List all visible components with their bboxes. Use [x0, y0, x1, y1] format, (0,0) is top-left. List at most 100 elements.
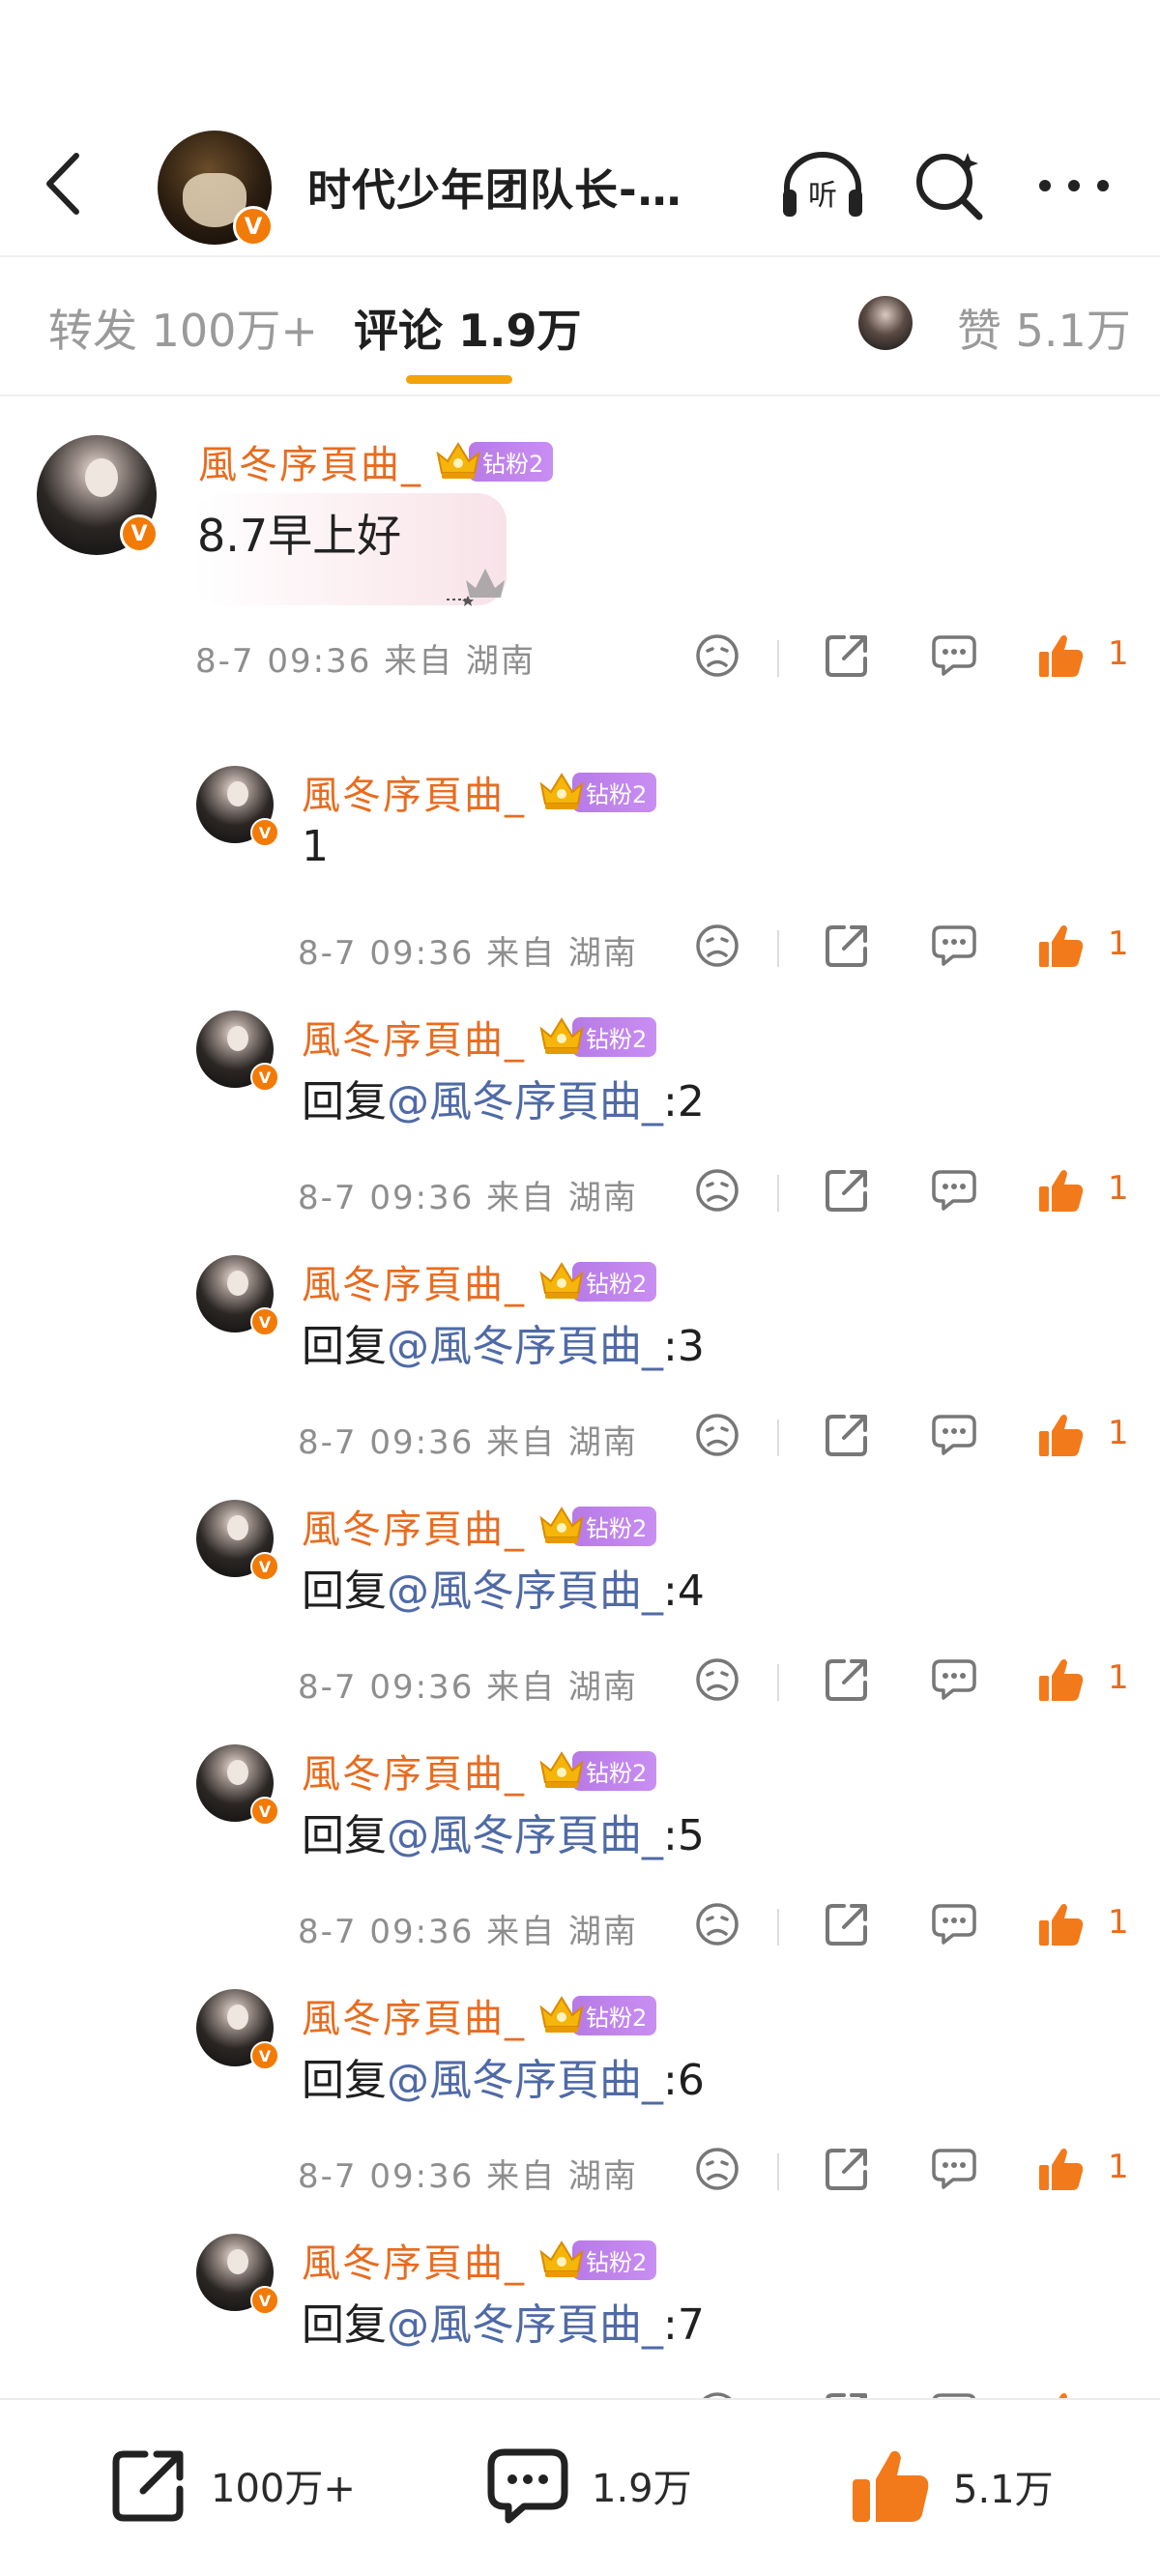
emoji-react-button[interactable]	[688, 1897, 746, 1955]
fan-badge[interactable]: 钻粉2	[537, 1015, 657, 1058]
share-button[interactable]	[818, 1653, 876, 1711]
reply-button[interactable]	[925, 1897, 983, 1955]
verified-badge: V	[250, 1797, 279, 1826]
user-avatar[interactable]: V	[196, 766, 279, 847]
emoji-react-button[interactable]	[688, 629, 746, 687]
share-button[interactable]	[818, 1408, 876, 1466]
verified-badge: V	[250, 2286, 279, 2315]
like-count: 1	[1108, 924, 1129, 963]
like-count: 1	[1108, 1658, 1129, 1697]
bottom-comment-button[interactable]: 1.9万	[485, 2444, 692, 2526]
reply-item[interactable]: V 風冬序頁曲_ 钻粉2 回复@風冬序頁曲_:4 8-7 09:36 来自 湖南 1	[0, 1488, 1160, 1733]
like-button[interactable]	[1031, 2142, 1089, 2200]
reply-suffix: 1	[302, 822, 329, 871]
reply-button[interactable]	[925, 919, 983, 977]
tab-repost[interactable]: 转发 100万+	[48, 296, 318, 360]
avatar-face	[227, 781, 248, 806]
reply-item[interactable]: V 風冬序頁曲_ 钻粉2 回复@風冬序頁曲_:6 8-7 09:36 来自 湖南 1	[0, 1977, 1160, 2222]
search-button[interactable]	[907, 147, 994, 224]
share-button[interactable]	[818, 629, 876, 687]
reply-button[interactable]	[925, 2386, 983, 2398]
user-avatar[interactable]: V	[37, 435, 159, 555]
share-button[interactable]	[818, 1163, 876, 1221]
mention-link[interactable]: @風冬序頁曲_	[387, 1077, 663, 1127]
emoji-react-button[interactable]	[688, 2142, 746, 2200]
comment-item[interactable]: V 風冬序頁曲_ 钻粉2 8.7早上好 8-7 09:36 来自 湖南 1	[0, 396, 1160, 754]
fan-badge[interactable]: 钻粉2	[537, 771, 657, 813]
emoji-react-button[interactable]	[688, 2386, 746, 2398]
username[interactable]: 風冬序頁曲_	[302, 1742, 526, 1799]
username[interactable]: 風冬序頁曲_	[302, 1009, 526, 1065]
like-button[interactable]	[1031, 629, 1089, 687]
share-button[interactable]	[818, 2142, 876, 2200]
tab-comment[interactable]: 评论 1.9万	[354, 296, 582, 360]
emoji-react-button[interactable]	[688, 1408, 746, 1466]
fan-badge[interactable]: 钻粉2	[537, 2239, 657, 2281]
username[interactable]: 風冬序頁曲_	[302, 1253, 526, 1309]
fan-badge[interactable]: 钻粉2	[537, 1749, 657, 1792]
username[interactable]: 風冬序頁曲_	[302, 764, 526, 820]
reply-item[interactable]: V 風冬序頁曲_ 钻粉2 1 8-7 09:36 来自 湖南 1	[0, 754, 1160, 999]
like-button[interactable]	[1031, 1897, 1089, 1955]
reply-item[interactable]: V風冬序頁曲_钻粉2回复@風冬序頁曲_:78-7 09:36 来自 湖南1	[0, 2222, 1160, 2398]
share-button[interactable]	[818, 1897, 876, 1955]
action-divider	[777, 1664, 779, 1701]
reply-item[interactable]: V 風冬序頁曲_ 钻粉2 回复@風冬序頁曲_:3 8-7 09:36 来自 湖南 1	[0, 1244, 1160, 1488]
fan-badge[interactable]: 钻粉2	[537, 1505, 657, 1547]
more-button[interactable]	[1030, 147, 1117, 224]
page-title[interactable]: 时代少年团队长-…	[307, 155, 682, 218]
header-avatar[interactable]: V	[158, 131, 274, 247]
like-button[interactable]	[1031, 1653, 1089, 1711]
mention-link[interactable]: @風冬序頁曲_	[387, 1322, 663, 1371]
user-avatar[interactable]: V	[196, 1744, 279, 1826]
share-button[interactable]	[818, 2386, 876, 2398]
user-avatar[interactable]: V	[196, 1255, 279, 1336]
comment-list[interactable]: V 風冬序頁曲_ 钻粉2 8.7早上好 8-7 09:36 来自 湖南 1 V 風冬序頁曲_ 钻…	[0, 396, 1160, 2398]
listen-label: 听	[808, 179, 837, 213]
fan-badge[interactable]: 钻粉2	[434, 440, 554, 483]
reply-button[interactable]	[925, 1163, 983, 1221]
user-avatar[interactable]: V	[196, 1989, 279, 2070]
bottom-repost-button[interactable]: 100万+	[108, 2444, 356, 2526]
mention-link[interactable]: @風冬序頁曲_	[387, 2300, 663, 2350]
username[interactable]: 風冬序頁曲_	[302, 1498, 526, 1554]
user-avatar[interactable]: V	[196, 1500, 279, 1581]
reply-item[interactable]: V 風冬序頁曲_ 钻粉2 回复@風冬序頁曲_:2 8-7 09:36 来自 湖南 1	[0, 999, 1160, 1244]
fan-badge[interactable]: 钻粉2	[537, 1260, 657, 1303]
tab-like[interactable]: 赞 5.1万	[957, 296, 1131, 360]
emoji-sad-icon	[693, 2389, 741, 2398]
mention-link[interactable]: @風冬序頁曲_	[387, 1811, 663, 1860]
username[interactable]: 風冬序頁曲_	[198, 433, 422, 489]
back-button[interactable]	[29, 145, 97, 222]
username[interactable]: 風冬序頁曲_	[302, 1987, 526, 2043]
reply-item[interactable]: V 風冬序頁曲_ 钻粉2 回复@風冬序頁曲_:5 8-7 09:36 来自 湖南 1	[0, 1733, 1160, 1977]
emoji-react-button[interactable]	[688, 919, 746, 977]
fan-badge[interactable]: 钻粉2	[537, 1994, 657, 2036]
name-row: 風冬序頁曲_ 钻粉2	[302, 1498, 657, 1554]
verified-badge: V	[250, 1063, 279, 1092]
verified-badge: V	[250, 2041, 279, 2070]
like-button[interactable]	[1031, 919, 1089, 977]
bottom-comment-count: 1.9万	[592, 2467, 692, 2511]
share-button[interactable]	[818, 919, 876, 977]
bottom-like-button[interactable]: 5.1万	[849, 2444, 1054, 2528]
reply-button[interactable]	[925, 1653, 983, 1711]
avatar-face	[227, 1515, 248, 1540]
like-button[interactable]	[1031, 1163, 1089, 1221]
avatar-face	[227, 1760, 248, 1785]
reply-button[interactable]	[925, 1408, 983, 1466]
verified-badge: V	[250, 1307, 279, 1336]
user-avatar[interactable]: V	[196, 1010, 279, 1092]
reply-button[interactable]	[925, 629, 983, 687]
like-button[interactable]	[1031, 2386, 1089, 2398]
listen-button[interactable]: 听	[779, 147, 866, 224]
user-avatar[interactable]: V	[196, 2234, 279, 2315]
comment-meta: 8-7 09:36 来自 湖南	[298, 1179, 638, 1217]
mention-link[interactable]: @風冬序頁曲_	[387, 2056, 663, 2105]
emoji-react-button[interactable]	[688, 1653, 746, 1711]
reply-button[interactable]	[925, 2142, 983, 2200]
username[interactable]: 風冬序頁曲_	[302, 2232, 526, 2288]
mention-link[interactable]: @風冬序頁曲_	[387, 1566, 663, 1616]
like-button[interactable]	[1031, 1408, 1089, 1466]
emoji-react-button[interactable]	[688, 1163, 746, 1221]
